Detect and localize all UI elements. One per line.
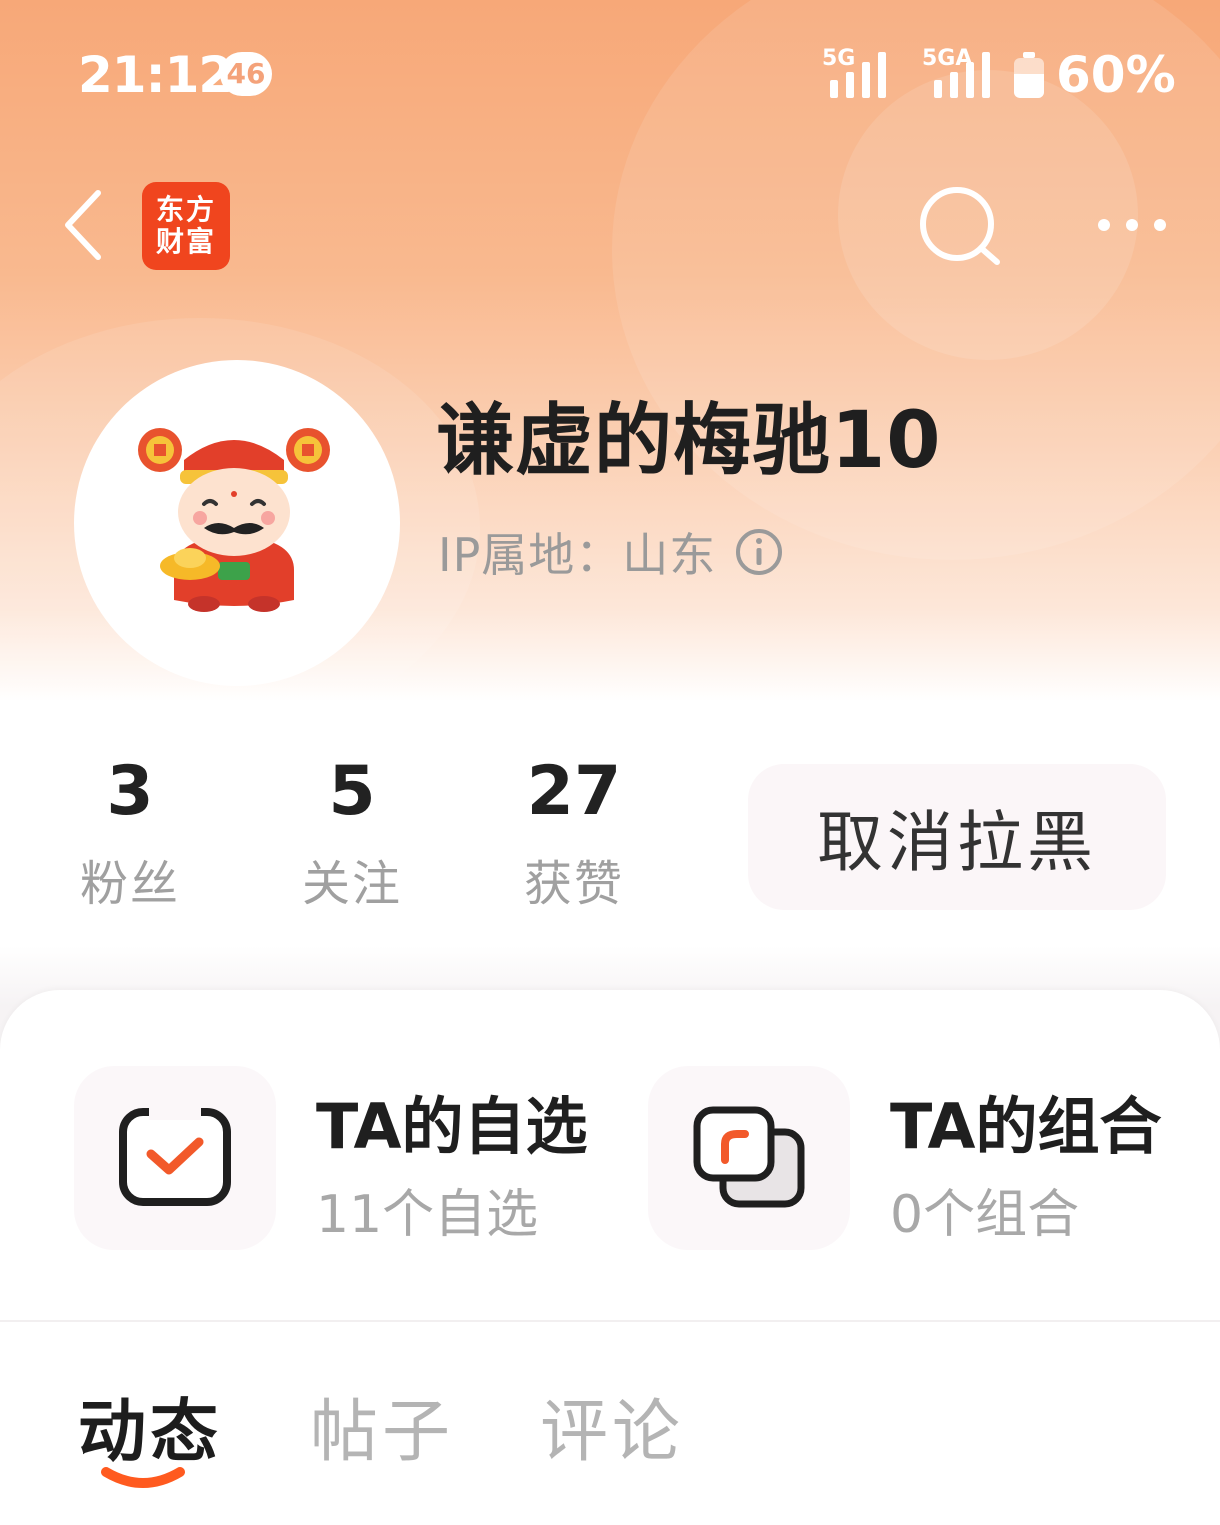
watchlist-entry[interactable]: TA的自选 11个自选: [74, 1066, 614, 1250]
tab-activity[interactable]: 动态: [78, 1376, 222, 1475]
stat-fans-label: 粉丝: [79, 856, 180, 912]
portfolio-overlap-icon: [693, 1106, 805, 1208]
tab-comments[interactable]: 评论: [540, 1376, 684, 1475]
stat-fans[interactable]: 3 粉丝: [30, 752, 230, 914]
portfolio-tile: [648, 1066, 850, 1250]
watchlist-title: TA的自选: [316, 1090, 588, 1163]
ip-location: IP属地：山东: [438, 528, 717, 582]
stat-following-value: 5: [328, 752, 376, 831]
active-tab-indicator: [101, 1467, 185, 1488]
logo-text-line1: 东方: [155, 193, 216, 226]
tab-posts[interactable]: 帖子: [310, 1376, 454, 1475]
unblock-button[interactable]: 取消拉黑: [748, 764, 1166, 910]
signal-5g-label: 5G: [822, 46, 856, 71]
search-button[interactable]: [915, 186, 1005, 276]
status-time: 21:12: [78, 46, 233, 104]
stat-likes-label: 获赞: [523, 856, 624, 912]
profile-page: 21:12 46 5G 5GA 60% 东方 财富 谦虚的梅驰10 IP属地：山…: [0, 0, 1220, 1525]
portfolio-subtitle: 0个组合: [890, 1185, 1080, 1245]
info-icon[interactable]: [734, 527, 784, 577]
portfolio-entry[interactable]: TA的组合 0个组合: [648, 1066, 1188, 1250]
stat-following[interactable]: 5 关注: [252, 752, 452, 914]
username: 谦虚的梅驰10: [436, 396, 942, 486]
watchlist-check-icon: [119, 1106, 231, 1206]
more-dots-icon: [1098, 219, 1166, 231]
logo-text-line2: 财富: [155, 225, 216, 258]
battery-icon: [1014, 58, 1044, 98]
stat-following-label: 关注: [301, 856, 402, 912]
signal-5g-icon: 5G: [822, 46, 892, 98]
portfolio-title: TA的组合: [890, 1090, 1162, 1163]
stat-likes-value: 27: [526, 752, 622, 831]
stat-fans-value: 3: [106, 752, 154, 831]
stat-likes[interactable]: 27 获赞: [474, 752, 674, 914]
avatar[interactable]: [74, 360, 400, 686]
ip-location-row: IP属地：山东: [438, 520, 784, 584]
network-badge: 46: [220, 52, 272, 96]
app-logo: 东方 财富: [142, 182, 230, 270]
watchlist-tile: [74, 1066, 276, 1250]
signal-5ga-icon: 5GA: [922, 46, 996, 98]
signal-5ga-label: 5GA: [922, 46, 973, 71]
more-button[interactable]: [1090, 200, 1180, 250]
god-of-wealth-avatar-icon: [138, 428, 330, 612]
search-icon: [920, 187, 1000, 265]
chevron-left-icon: [65, 190, 101, 260]
watchlist-subtitle: 11个自选: [316, 1185, 539, 1245]
battery-percent: 60%: [1056, 46, 1176, 104]
back-button[interactable]: [56, 185, 116, 265]
